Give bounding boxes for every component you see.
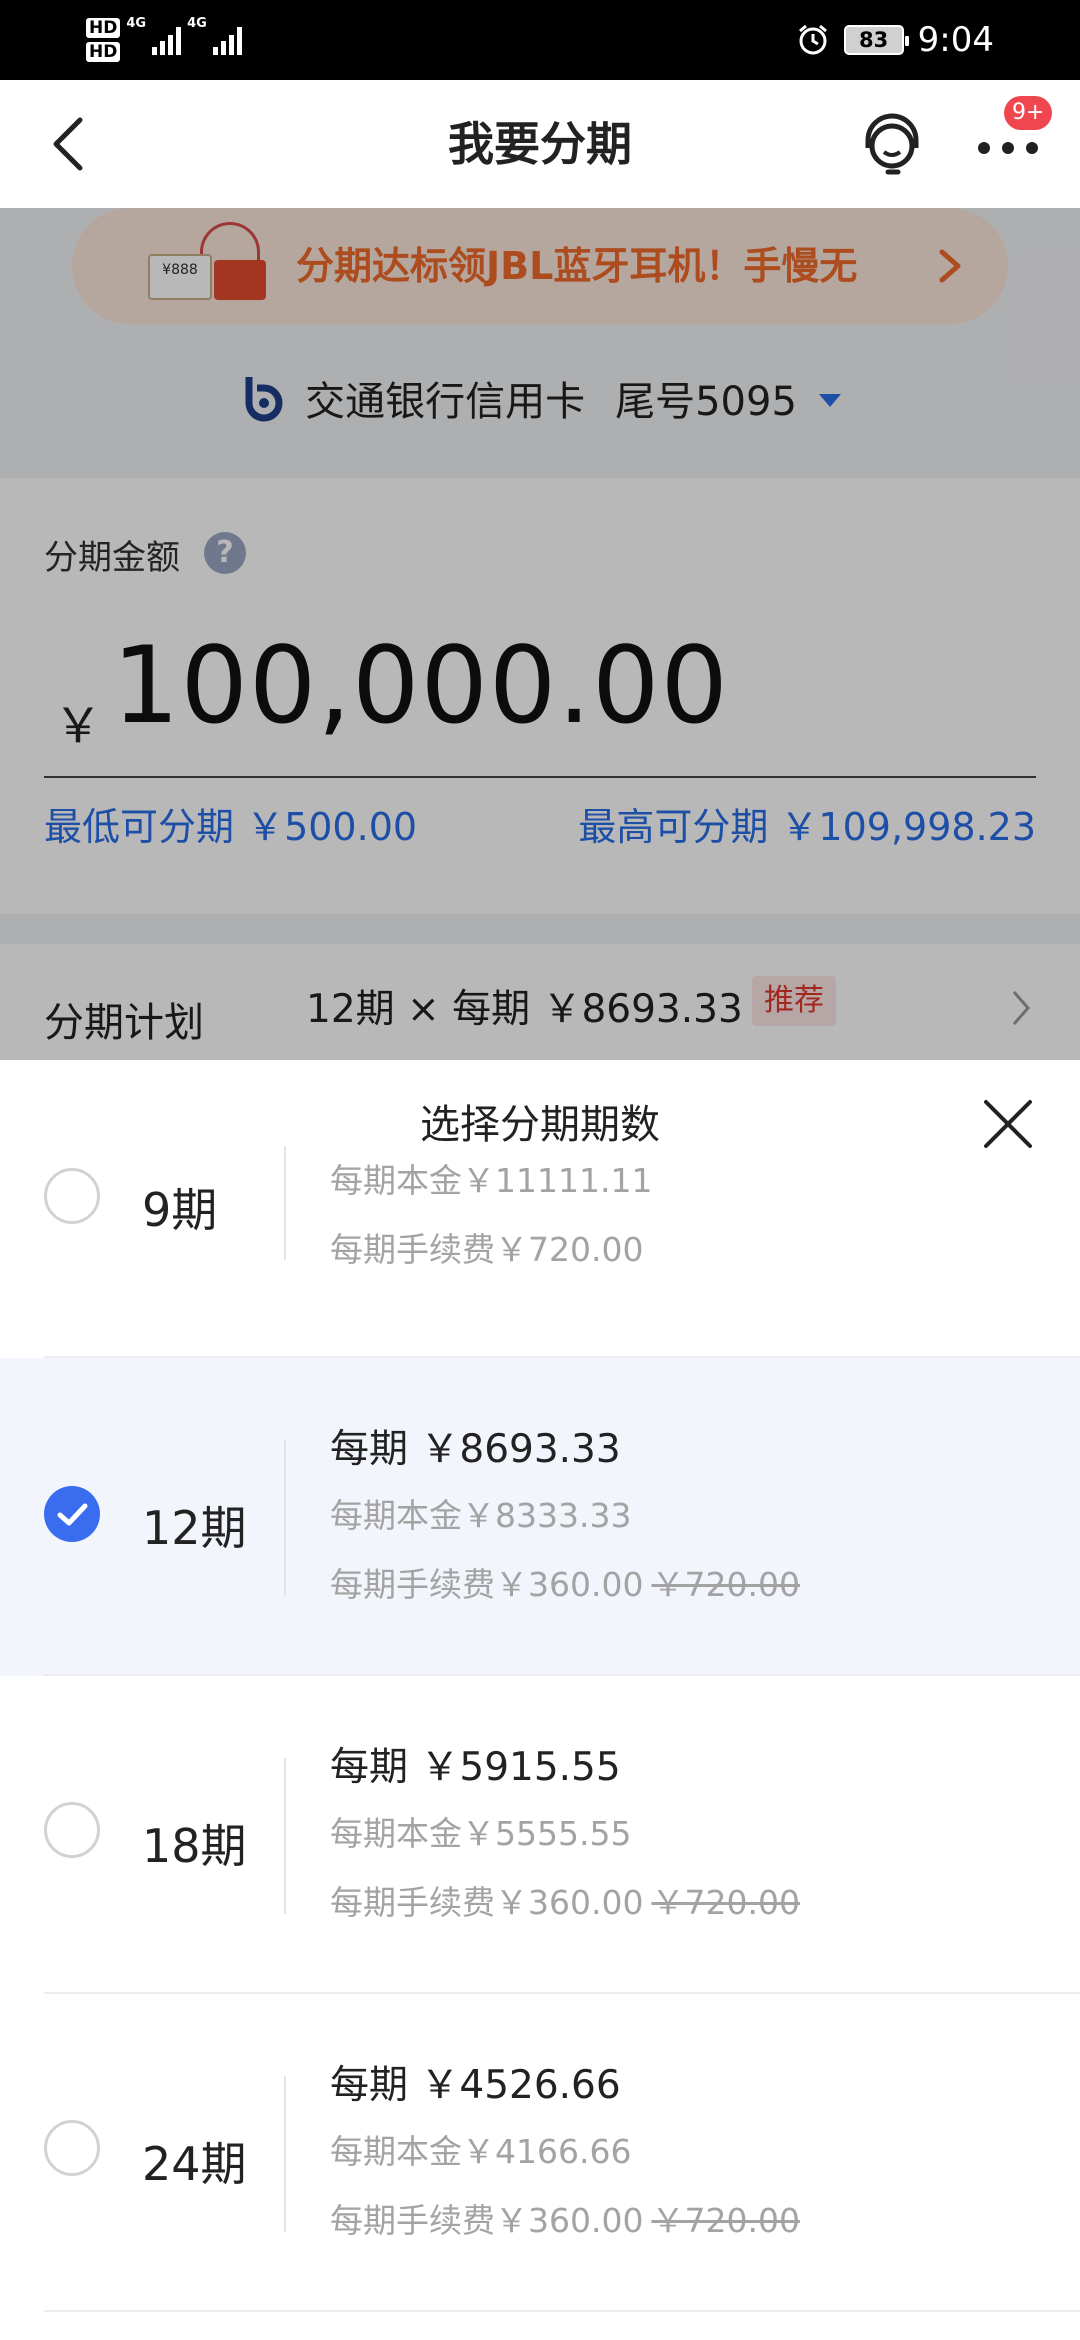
original-fee: ￥720.00 bbox=[651, 2201, 800, 2240]
fee-text: 每期手续费￥720.00 bbox=[330, 1230, 644, 1269]
status-bar: HD HD 4G 4G 83 9:04 bbox=[0, 0, 1080, 80]
signal-bars-2-icon bbox=[212, 25, 242, 55]
period-label: 12期 bbox=[142, 1501, 247, 1555]
customer-service-icon[interactable] bbox=[858, 110, 926, 178]
signal-bars-1-icon bbox=[152, 25, 182, 55]
divider bbox=[284, 1440, 286, 1596]
original-fee: ￥720.00 bbox=[651, 1565, 800, 1604]
fee-line: 每期手续费￥360.00 ￥720.00 bbox=[330, 2194, 800, 2242]
fee-text: 每期手续费￥360.00 bbox=[330, 1883, 644, 1922]
installment-period-sheet: 选择分期期数 9期 每期本金￥11111.11 每期手续费￥720.00 12期… bbox=[0, 1060, 1080, 2340]
per-period-amount: 每期 ￥5915.55 bbox=[330, 1745, 621, 1790]
check-icon bbox=[57, 1503, 88, 1526]
period-label: 9期 bbox=[142, 1183, 218, 1237]
fee-text: 每期手续费￥360.00 bbox=[330, 2201, 644, 2240]
period-label: 18期 bbox=[142, 1819, 247, 1873]
battery-indicator: 83 bbox=[843, 25, 909, 55]
clock: 9:04 bbox=[917, 20, 994, 60]
divider bbox=[284, 2076, 286, 2232]
original-fee: ￥720.00 bbox=[651, 1883, 800, 1922]
app-header: 我要分期 9+ bbox=[0, 80, 1080, 208]
period-option-12[interactable]: 12期 每期 ￥8693.33 每期本金￥8333.33 每期手续费￥360.0… bbox=[0, 1358, 1080, 1676]
radio-button-checked[interactable] bbox=[44, 1486, 100, 1542]
principal-text: 每期本金￥4166.66 bbox=[330, 2132, 632, 2171]
divider bbox=[284, 1146, 286, 1260]
period-option-18[interactable]: 18期 每期 ￥5915.55 每期本金￥5555.55 每期手续费￥360.0… bbox=[0, 1676, 1080, 1994]
network-type-1: 4G bbox=[126, 16, 147, 31]
alarm-icon bbox=[798, 24, 827, 55]
fee-text: 每期手续费￥360.00 bbox=[330, 1565, 644, 1604]
per-period-amount: 每期 ￥4526.66 bbox=[330, 2063, 621, 2108]
radio-button[interactable] bbox=[44, 1168, 100, 1224]
principal-text: 每期本金￥8333.33 bbox=[330, 1496, 632, 1535]
modal-overlay[interactable] bbox=[0, 208, 1080, 1060]
period-label: 24期 bbox=[142, 2137, 247, 2191]
fee-line: 每期手续费￥360.00 ￥720.00 bbox=[330, 1558, 800, 1606]
hd-indicator-2: HD bbox=[86, 42, 121, 62]
more-icon bbox=[978, 142, 1038, 154]
period-option-9[interactable]: 9期 每期本金￥11111.11 每期手续费￥720.00 bbox=[0, 1060, 1080, 1358]
per-period-amount: 每期 ￥8693.33 bbox=[330, 1427, 621, 1472]
row-divider bbox=[44, 2310, 1080, 2312]
fee-line: 每期手续费￥360.00 ￥720.00 bbox=[330, 1876, 800, 1924]
network-type-2: 4G bbox=[187, 16, 207, 31]
notification-badge: 9+ bbox=[1004, 96, 1053, 130]
divider bbox=[284, 1758, 286, 1914]
hd-indicator-1: HD bbox=[86, 18, 121, 38]
principal-text: 每期本金￥5555.55 bbox=[330, 1814, 632, 1853]
principal-text: 每期本金￥11111.11 bbox=[330, 1161, 653, 1200]
network-indicators: HD HD 4G 4G bbox=[86, 10, 242, 70]
period-option-24[interactable]: 24期 每期 ￥4526.66 每期本金￥4166.66 每期手续费￥360.0… bbox=[0, 1994, 1080, 2312]
radio-button[interactable] bbox=[44, 1802, 100, 1858]
radio-button[interactable] bbox=[44, 2120, 100, 2176]
